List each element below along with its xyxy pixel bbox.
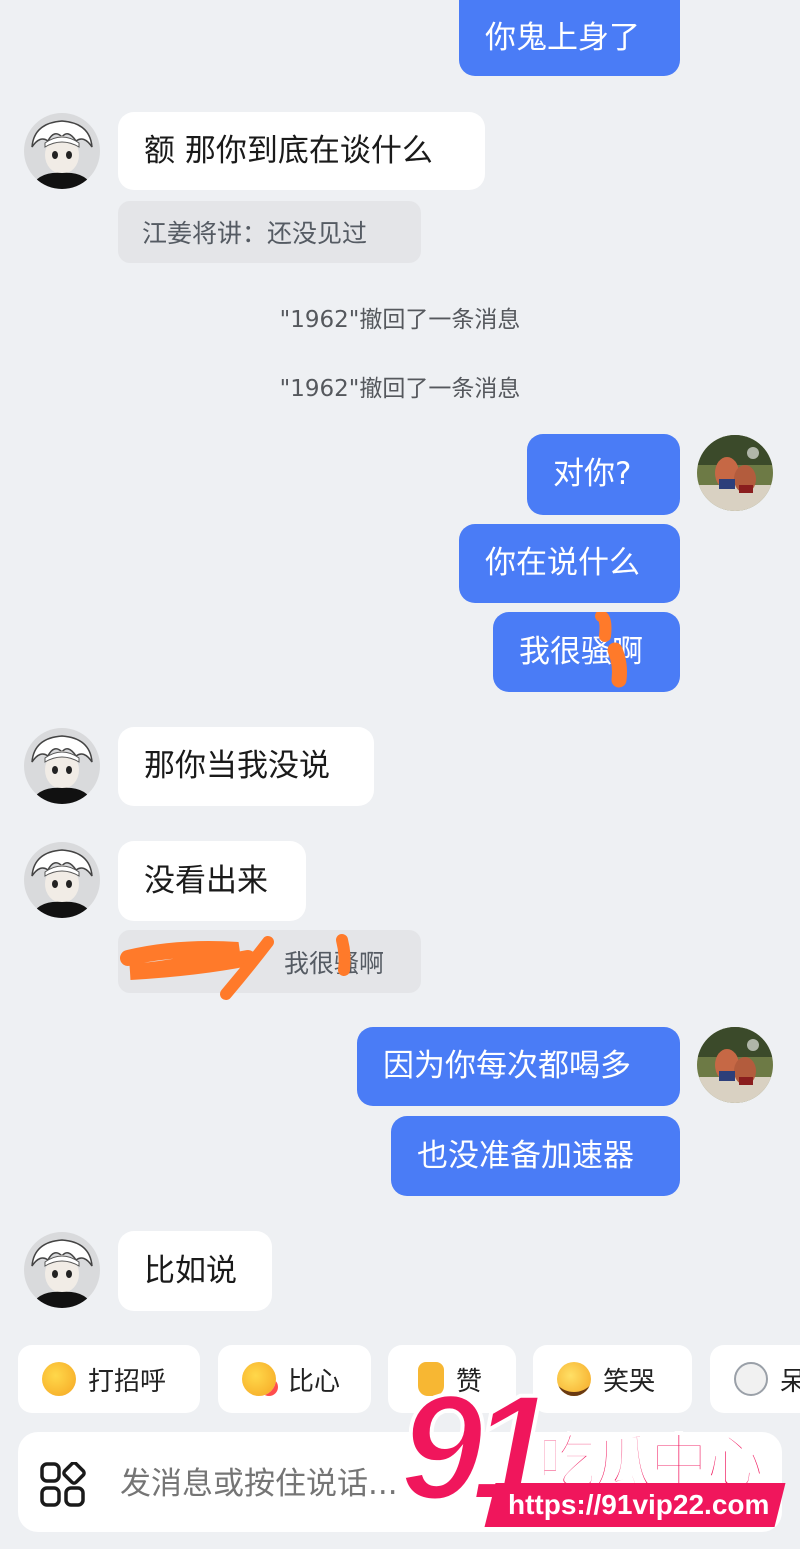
message-text: 对你? [553,456,632,492]
quick-reply-chip[interactable]: 比心 [218,1345,371,1413]
anime-avatar-icon [24,842,100,918]
heart-hands-emoji-icon [242,1362,276,1396]
apps-grid-icon[interactable] [40,1462,86,1508]
message-text: 那你当我没说 [144,748,330,784]
message-bubble-outgoing[interactable]: 因为你每次都喝多 [357,1027,680,1106]
message-text: 没看出来 [144,862,268,899]
message-bubble-outgoing[interactable]: 你在说什么 [459,524,680,603]
message-bubble-outgoing[interactable]: 对你? [527,434,680,515]
watermark: 91 吃瓜中心 https://91vip22.com [398,1361,790,1545]
message-bubble-incoming[interactable]: 那你当我没说 [118,727,374,806]
recall-notice: "1962"撤回了一条消息 [279,376,521,402]
message-text: 你在说什么 [485,545,640,581]
quoted-text: 江姜将讲：还没见过 [142,219,368,248]
contact-avatar[interactable] [24,728,100,804]
anime-avatar-icon [24,728,100,804]
photo-avatar-icon [697,435,773,511]
anime-avatar-icon [24,113,100,189]
recall-notice: "1962"撤回了一条消息 [279,307,521,333]
anime-avatar-icon [24,1232,100,1308]
contact-avatar[interactable] [24,113,100,189]
message-bubble-outgoing[interactable]: 也没准备加速器 [391,1116,680,1196]
photo-avatar-icon [697,1027,773,1103]
message-text: 你鬼上身了 [485,19,640,56]
self-avatar[interactable] [697,435,773,511]
quick-reply-chip[interactable]: 打招呼 [18,1345,200,1413]
message-bubble-outgoing[interactable]: 你鬼上身了 [459,0,680,76]
contact-avatar[interactable] [24,842,100,918]
message-text: 也没准备加速器 [417,1137,634,1174]
contact-avatar[interactable] [24,1232,100,1308]
message-bubble-incoming[interactable]: 比如说 [118,1231,272,1311]
wave-emoji-icon [42,1362,76,1396]
quoted-reply[interactable]: 江姜将讲：还没见过 [118,201,421,263]
message-bubble-incoming[interactable]: 额 那你到底在谈什么 [118,112,485,190]
message-text: 因为你每次都喝多 [383,1048,631,1084]
message-bubble-incoming[interactable]: 没看出来 [118,841,306,921]
redaction-scribble [595,612,627,688]
self-avatar[interactable] [697,1027,773,1103]
message-text: 比如说 [144,1252,237,1289]
chip-label: 比心 [288,1366,341,1397]
redaction-scribble [120,934,351,1000]
message-text: 额 那你到底在谈什么 [144,132,433,169]
chip-label: 打招呼 [88,1366,167,1397]
watermark-url: https://91vip22.com [508,1489,770,1520]
